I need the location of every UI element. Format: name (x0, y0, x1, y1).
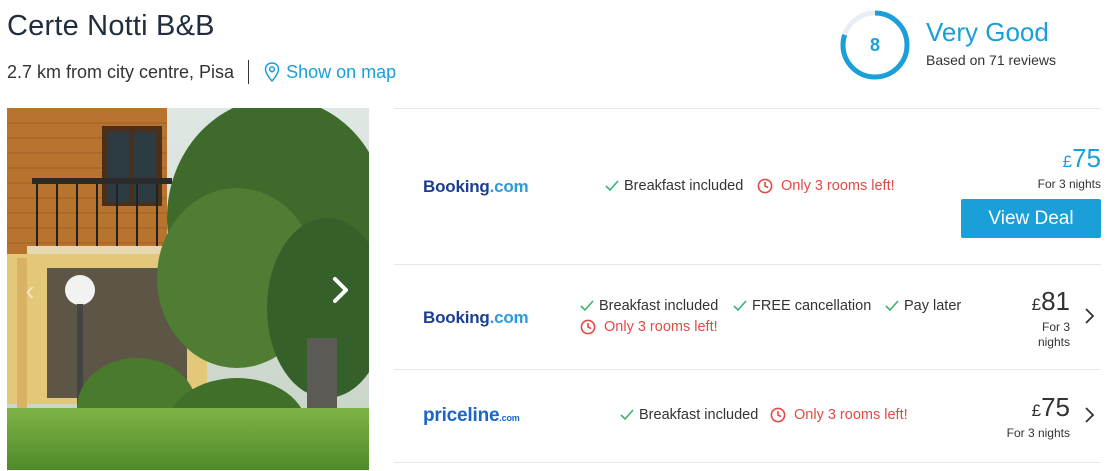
availability-warning: Only 3 rooms left! (757, 178, 895, 194)
hotel-photo-image (7, 108, 369, 470)
priceline-logo: priceline.com (423, 405, 520, 426)
feature-item: Breakfast included (580, 298, 718, 314)
checkmark-icon (580, 300, 594, 312)
deal-chevron-button[interactable] (1084, 406, 1100, 426)
clock-icon (580, 319, 596, 335)
clock-icon (757, 178, 773, 194)
hotel-location-line: 2.7 km from city centre, Pisa Show on ma… (7, 60, 396, 84)
map-pin-icon (264, 62, 280, 82)
nights-text: For 3 nights (1037, 320, 1070, 349)
feature-item: FREE cancellation (733, 298, 871, 314)
deal-price: £75 (1062, 143, 1101, 173)
checkmark-icon (620, 409, 634, 421)
view-deal-button[interactable]: View Deal (961, 199, 1101, 238)
hotel-photo[interactable]: ‹ (7, 108, 369, 470)
distance-text: 2.7 km from city centre, Pisa (7, 61, 235, 82)
checkmark-icon (885, 300, 899, 312)
show-on-map-link[interactable]: Show on map (264, 62, 396, 83)
deal-chevron-button[interactable] (1084, 307, 1100, 327)
nights-text: For 3 nights (1006, 426, 1070, 440)
feature-item: Breakfast included (605, 178, 743, 194)
nights-text: For 3 nights (1037, 177, 1101, 191)
hotel-name: Certe Notti B&B (7, 10, 215, 42)
checkmark-icon (605, 180, 619, 192)
feature-item: Pay later (885, 298, 961, 314)
photo-next-button[interactable] (319, 268, 363, 312)
divider (248, 60, 250, 84)
booking-logo: Booking.com (423, 177, 529, 196)
rating-score-ring: 8 (839, 9, 911, 81)
booking-logo: Booking.com (423, 308, 529, 327)
deal-price: £75 (1031, 392, 1070, 422)
review-count: Based on 71 reviews (926, 52, 1056, 68)
rating-score: 8 (869, 34, 880, 55)
clock-icon (770, 407, 786, 423)
feature-item: Breakfast included (620, 407, 758, 423)
deal-divider (394, 369, 1101, 370)
checkmark-icon (733, 300, 747, 312)
chevron-right-icon (333, 277, 348, 303)
chevron-right-icon (1085, 407, 1095, 423)
deal-divider (394, 462, 1101, 463)
chevron-right-icon (1085, 308, 1095, 324)
availability-warning: Only 3 rooms left! (580, 319, 718, 335)
availability-warning: Only 3 rooms left! (770, 407, 908, 423)
deal-divider (394, 108, 1101, 109)
deal-divider (394, 264, 1101, 265)
rating-label: Very Good (926, 17, 1049, 47)
deal-price: £81 (1031, 286, 1070, 316)
show-on-map-label: Show on map (286, 61, 397, 82)
photo-prev-button[interactable]: ‹ (17, 276, 43, 306)
